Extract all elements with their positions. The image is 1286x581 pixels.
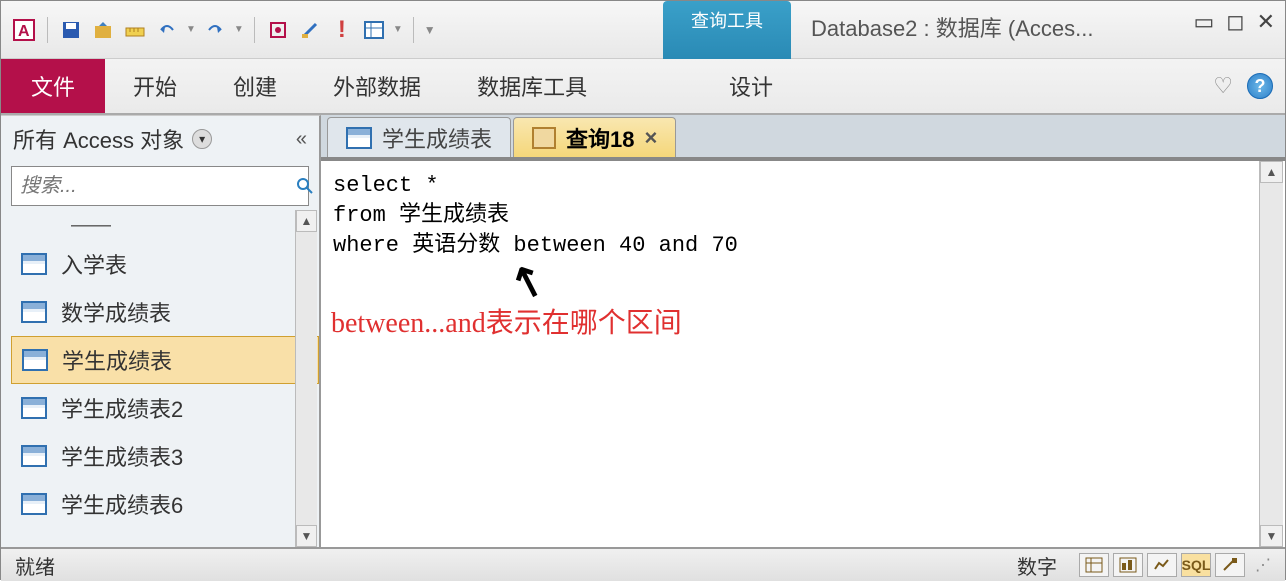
tab-close-icon[interactable]: × bbox=[645, 125, 658, 151]
doc-tab-query[interactable]: 查询18 × bbox=[513, 117, 676, 157]
window-controls: ▭ ◻ ✕ bbox=[1194, 9, 1276, 35]
query-icon bbox=[532, 127, 556, 149]
title-bar: A ▼ ▼ ! ▼ ▼ bbox=[1, 1, 1285, 59]
nav-item-table[interactable]: 学生成绩表 bbox=[11, 336, 319, 384]
table-icon bbox=[21, 493, 47, 515]
document-tab-bar: 学生成绩表 查询18 × bbox=[321, 115, 1285, 159]
status-ready: 就绪 bbox=[15, 551, 55, 580]
minimize-ribbon-icon[interactable]: ♡ bbox=[1213, 73, 1233, 99]
datasheet-icon[interactable] bbox=[361, 17, 387, 43]
window-title: Database2 : 数据库 (Acces... bbox=[811, 11, 1093, 43]
table-icon bbox=[21, 397, 47, 419]
nav-search-box bbox=[11, 166, 309, 206]
maximize-icon[interactable]: ◻ bbox=[1226, 9, 1244, 35]
nav-item-table[interactable]: 学生成绩表3 bbox=[11, 432, 319, 480]
search-icon[interactable] bbox=[296, 177, 314, 195]
app-icon[interactable]: A bbox=[11, 17, 37, 43]
quick-access-toolbar: A ▼ ▼ ! ▼ ▼ bbox=[1, 17, 446, 43]
svg-text:A: A bbox=[18, 23, 30, 40]
nav-pane-header[interactable]: 所有 Access 对象 ▾ « bbox=[1, 116, 319, 162]
document-area: 学生成绩表 查询18 × select * from 学生成绩表 where 英… bbox=[321, 115, 1285, 547]
minimize-icon[interactable]: ▭ bbox=[1194, 9, 1215, 35]
tab-design[interactable]: 设计 bbox=[701, 59, 801, 113]
sql-editor[interactable]: select * from 学生成绩表 where 英语分数 between 4… bbox=[321, 159, 1285, 547]
nav-item-truncated[interactable]: —— bbox=[11, 210, 319, 240]
help-icon[interactable]: ? bbox=[1247, 73, 1273, 99]
table-icon bbox=[346, 127, 372, 149]
nav-filter-dropdown-icon[interactable]: ▾ bbox=[192, 129, 212, 149]
file-tab[interactable]: 文件 bbox=[1, 59, 105, 113]
brush-icon[interactable] bbox=[297, 17, 323, 43]
nav-item-table[interactable]: 学生成绩表6 bbox=[11, 480, 319, 528]
view-datasheet-icon[interactable] bbox=[1079, 553, 1109, 577]
view-pivot-icon[interactable] bbox=[1113, 553, 1143, 577]
redo-icon[interactable] bbox=[202, 17, 228, 43]
qat-customize-icon[interactable]: ▼ bbox=[424, 23, 436, 37]
table-icon bbox=[21, 445, 47, 467]
scroll-up-icon[interactable]: ▲ bbox=[296, 210, 317, 232]
nav-item-table[interactable]: 数学成绩表 bbox=[11, 288, 319, 336]
table-icon bbox=[22, 349, 48, 371]
tab-external-data[interactable]: 外部数据 bbox=[305, 59, 449, 113]
scroll-up-icon[interactable]: ▲ bbox=[1260, 161, 1283, 183]
undo-icon[interactable] bbox=[154, 17, 180, 43]
exclamation-icon[interactable]: ! bbox=[329, 17, 355, 43]
contextual-tab-header: 查询工具 bbox=[663, 1, 791, 59]
tool-icon-1[interactable] bbox=[265, 17, 291, 43]
scroll-down-icon[interactable]: ▼ bbox=[1260, 525, 1283, 547]
close-icon[interactable]: ✕ bbox=[1257, 9, 1275, 35]
annotation-text: between...and表示在哪个区间 bbox=[331, 301, 682, 341]
view-sql-button[interactable]: SQL bbox=[1181, 553, 1211, 577]
tab-database-tools[interactable]: 数据库工具 bbox=[449, 59, 615, 113]
status-numlock: 数字 bbox=[1017, 551, 1057, 580]
nav-object-list: —— 入学表 数学成绩表 学生成绩表 学生成绩表2 学生成绩表3 学生成绩表6 … bbox=[1, 210, 319, 547]
nav-item-table[interactable]: 入学表 bbox=[11, 240, 319, 288]
content-scrollbar[interactable]: ▲ ▼ bbox=[1259, 161, 1283, 547]
tab-create[interactable]: 创建 bbox=[205, 59, 305, 113]
doc-tab-table[interactable]: 学生成绩表 bbox=[327, 117, 511, 157]
nav-collapse-icon[interactable]: « bbox=[296, 128, 307, 151]
save-icon[interactable] bbox=[58, 17, 84, 43]
status-bar: 就绪 数字 SQL ⋰ bbox=[1, 547, 1285, 581]
tab-home[interactable]: 开始 bbox=[105, 59, 205, 113]
search-input[interactable] bbox=[12, 175, 296, 198]
main-area: 所有 Access 对象 ▾ « —— 入学表 数学成绩表 学生成绩表 学生成绩… bbox=[1, 115, 1285, 547]
ruler-icon[interactable] bbox=[122, 17, 148, 43]
navigation-pane: 所有 Access 对象 ▾ « —— 入学表 数学成绩表 学生成绩表 学生成绩… bbox=[1, 115, 321, 547]
nav-item-table[interactable]: 学生成绩表2 bbox=[11, 384, 319, 432]
scroll-down-icon[interactable]: ▼ bbox=[296, 525, 317, 547]
table-icon bbox=[21, 301, 47, 323]
view-chart-icon[interactable] bbox=[1147, 553, 1177, 577]
nav-scrollbar[interactable]: ▲ ▼ bbox=[295, 210, 317, 547]
export-icon[interactable] bbox=[90, 17, 116, 43]
nav-pane-title: 所有 Access 对象 bbox=[13, 123, 184, 155]
view-switcher: SQL bbox=[1079, 553, 1245, 577]
resize-grip-icon[interactable]: ⋰ bbox=[1255, 555, 1271, 575]
view-design-icon[interactable] bbox=[1215, 553, 1245, 577]
table-icon bbox=[21, 253, 47, 275]
ribbon-tabs: 文件 开始 创建 外部数据 数据库工具 设计 ♡ ? bbox=[1, 59, 1285, 115]
sql-text[interactable]: select * from 学生成绩表 where 英语分数 between 4… bbox=[321, 161, 1285, 271]
